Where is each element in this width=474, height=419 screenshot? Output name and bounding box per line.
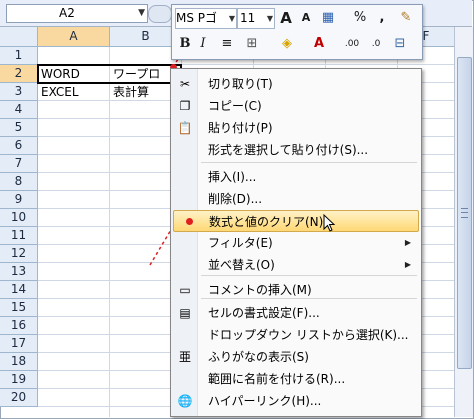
menu-item-label: セルの書式設定(F)... — [208, 306, 320, 320]
menu-item-label: 切り取り(T) — [208, 77, 273, 91]
font-name-box[interactable]: MS Pゴ ▼ — [175, 8, 237, 29]
select-all-corner[interactable] — [0, 27, 38, 47]
submenu-arrow-icon: ▶ — [404, 260, 411, 269]
hyperlink-icon: 🌐 — [177, 394, 193, 408]
mini-toolbar: MS Pゴ ▼ 11 ▼ A A ▦ % , ✎ B I ≡ ⊞ ◈ A .00 .… — [171, 4, 423, 60]
center-align-icon[interactable]: ≡ — [217, 34, 237, 54]
chevron-down-icon[interactable]: ▼ — [138, 5, 145, 22]
increase-decimal-icon[interactable]: .00 — [342, 34, 362, 54]
scrollbar-thumb[interactable] — [457, 57, 472, 369]
italic-button[interactable]: I — [193, 34, 213, 54]
paste-icon: 📋 — [177, 121, 193, 135]
menu-item-8[interactable]: フィルタ(E) ▶ — [173, 232, 419, 254]
row-header-18[interactable]: 18 — [0, 353, 38, 371]
format-cells-icon: ▤ — [179, 306, 191, 320]
menu-item-label: 形式を選択して貼り付け(S)... — [208, 143, 369, 157]
menu-item-label: コメントの挿入(M) — [208, 283, 312, 297]
font-size: 11 — [240, 11, 256, 25]
row-header-6[interactable]: 6 — [0, 137, 38, 155]
menu-item-15[interactable]: 🌐 ハイパーリンク(H)... — [173, 390, 419, 412]
cell-b3[interactable]: 表計算 — [113, 83, 149, 101]
borders-icon[interactable]: ⊞ — [242, 34, 262, 54]
row-header-5[interactable]: 5 — [0, 119, 38, 137]
row-header-19[interactable]: 19 — [0, 371, 38, 389]
row-header-8[interactable]: 8 — [0, 173, 38, 191]
name-box[interactable]: A2 ▼ — [6, 4, 148, 23]
row-header-11[interactable]: 11 — [0, 227, 38, 245]
comment-icon: ▭ — [179, 283, 191, 297]
font-name: MS Pゴ — [176, 11, 218, 25]
menu-item-label: コピー(C) — [208, 99, 262, 113]
chevron-down-icon[interactable]: ▼ — [229, 9, 235, 28]
column-header-a[interactable]: A — [38, 27, 110, 47]
menu-item-label: 削除(D)... — [208, 192, 263, 206]
mouse-cursor-icon — [323, 214, 336, 232]
shrink-font-button[interactable]: A — [296, 8, 316, 28]
menu-item-label: 範囲に名前を付ける(R)... — [208, 372, 346, 386]
font-color-button[interactable]: A — [309, 34, 329, 54]
decrease-decimal-icon[interactable]: .0 — [366, 34, 386, 54]
merge-center-icon[interactable]: ⊟ — [390, 34, 410, 54]
menu-item-14[interactable]: 範囲に名前を付ける(R)... — [173, 368, 419, 390]
grow-font-button[interactable]: A — [276, 8, 296, 28]
row-header-1[interactable]: 1 — [0, 47, 38, 65]
menu-item-label: 並べ替え(O) — [208, 258, 275, 272]
menu-item-4[interactable]: 形式を選択して貼り付け(S)... — [173, 139, 419, 161]
annotation-dot-menu — [186, 218, 193, 225]
menu-item-13[interactable]: 亜 ふりがなの表示(S) — [173, 346, 419, 368]
menu-item-2[interactable]: ❐ コピー(C) — [173, 95, 419, 117]
row-header-16[interactable]: 16 — [0, 317, 38, 335]
active-selection[interactable] — [37, 64, 182, 84]
scissors-icon: ✂ — [179, 77, 191, 91]
row-header-20[interactable]: 20 — [0, 389, 38, 407]
row-header-4[interactable]: 4 — [0, 101, 38, 119]
menu-item-7[interactable]: 数式と値のクリア(N) — [173, 210, 419, 232]
cell-a3[interactable]: EXCEL — [41, 83, 79, 101]
bold-button[interactable]: B — [175, 34, 195, 54]
menu-item-11[interactable]: ▤ セルの書式設定(F)... — [173, 302, 419, 324]
row-header-12[interactable]: 12 — [0, 245, 38, 263]
row-header-9[interactable]: 9 — [0, 191, 38, 209]
row-header-13[interactable]: 13 — [0, 263, 38, 281]
menu-separator — [201, 162, 417, 163]
row-header-17[interactable]: 17 — [0, 335, 38, 353]
menu-item-label: ドロップダウン リストから選択(K)... — [208, 328, 409, 342]
row-header-14[interactable]: 14 — [0, 281, 38, 299]
percent-button[interactable]: % — [350, 8, 370, 28]
row-header-7[interactable]: 7 — [0, 155, 38, 173]
menu-item-10[interactable]: ▭ コメントの挿入(M) — [173, 279, 419, 301]
menu-item-label: 挿入(I)... — [208, 170, 257, 184]
menu-item-label: 貼り付け(P) — [208, 121, 273, 135]
menu-item-label: フィルタ(E) — [208, 236, 273, 250]
phonetic-icon: 亜 — [178, 350, 191, 364]
copy-icon: ❐ — [179, 99, 191, 113]
row-header-10[interactable]: 10 — [0, 209, 38, 227]
menu-item-6[interactable]: 削除(D)... — [173, 188, 419, 210]
chevron-down-icon[interactable]: ▼ — [267, 9, 273, 28]
font-size-box[interactable]: 11 ▼ — [237, 8, 275, 29]
row-header-15[interactable]: 15 — [0, 299, 38, 317]
submenu-arrow-icon: ▶ — [404, 238, 411, 247]
row-header-2[interactable]: 2 — [0, 65, 38, 83]
formula-expand-button[interactable] — [148, 5, 172, 23]
name-box-value: A2 — [59, 6, 75, 20]
row-header-3[interactable]: 3 — [0, 83, 38, 101]
menu-item-label: ふりがなの表示(S) — [208, 350, 309, 364]
menu-item-1[interactable]: ✂ 切り取り(T) — [173, 73, 419, 95]
grip-icon — [461, 208, 468, 218]
menu-item-label: ハイパーリンク(H)... — [208, 394, 322, 408]
menu-item-5[interactable]: 挿入(I)... — [173, 166, 419, 188]
menu-item-3[interactable]: 📋 貼り付け(P) — [173, 117, 419, 139]
menu-item-12[interactable]: ドロップダウン リストから選択(K)... — [173, 324, 419, 346]
vertical-scrollbar[interactable] — [454, 27, 473, 417]
menu-item-label: 数式と値のクリア(N) — [209, 215, 324, 229]
number-format-icon[interactable]: ▦ — [318, 8, 338, 28]
comma-button[interactable]: , — [372, 8, 392, 28]
format-painter-icon[interactable]: ✎ — [396, 8, 416, 28]
fill-color-icon[interactable]: ◈ — [277, 34, 297, 54]
menu-item-9[interactable]: 並べ替え(O) ▶ — [173, 254, 419, 276]
context-menu: ✂ 切り取り(T) ❐ コピー(C) 📋 貼り付け(P) 形式を選択して貼り付け(S)...… — [170, 68, 422, 417]
